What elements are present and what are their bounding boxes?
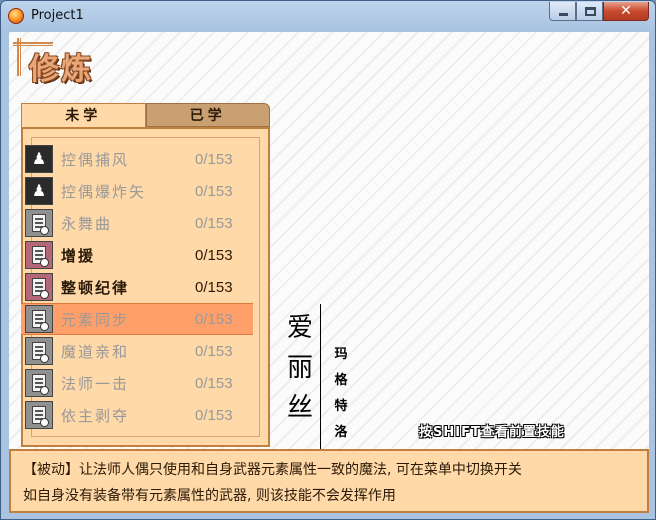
character-name-char: 爱 xyxy=(286,313,313,343)
scroll-icon xyxy=(25,241,53,269)
skill-name: 依主剥夺 xyxy=(61,406,130,425)
menu-title: 修炼 xyxy=(29,52,93,87)
scroll-icon xyxy=(25,305,53,333)
game-screen: 修炼 未学 已学 ♟ 控偶捕风 0/153 ♟ 控偶爆炸矢 0/153 永舞曲 0/153 增援… xyxy=(9,32,649,513)
scroll-glyph xyxy=(32,214,49,235)
puppet-icon: ♟ xyxy=(25,145,53,173)
tab-unlearned[interactable]: 未学 xyxy=(21,103,146,127)
skill-progress: 0/153 xyxy=(195,150,233,168)
character-surname-char: 洛 xyxy=(334,425,348,440)
puppet-glyph: ♟ xyxy=(31,181,47,200)
skill-name: 法师一击 xyxy=(61,374,130,393)
skill-row[interactable]: 增援 0/153 xyxy=(25,239,245,271)
skill-name: 整顿纪律 xyxy=(61,278,130,297)
skill-name: 控偶爆炸矢 xyxy=(61,182,147,201)
minimize-icon xyxy=(559,13,568,16)
description-line-1: 【被动】让法师人偶只使用和自身武器元素属性一致的魔法, 可在菜单中切换开关 xyxy=(23,462,522,478)
skill-progress: 0/153 xyxy=(195,214,233,232)
tab-learned[interactable]: 已学 xyxy=(145,103,270,127)
skill-progress: 0/153 xyxy=(195,310,233,328)
skill-name: 永舞曲 xyxy=(61,214,113,233)
skill-row[interactable]: 法师一击 0/153 xyxy=(25,367,245,399)
skill-row[interactable]: ♟ 控偶爆炸矢 0/153 xyxy=(25,175,245,207)
skill-name: 控偶捕风 xyxy=(61,150,130,169)
character-name: 爱 丽 丝 xyxy=(283,308,317,428)
skill-name: 魔道亲和 xyxy=(61,342,130,361)
skill-row[interactable]: 永舞曲 0/153 xyxy=(25,207,245,239)
character-name-char: 丽 xyxy=(286,353,313,383)
skill-progress: 0/153 xyxy=(195,406,233,424)
scroll-glyph xyxy=(32,278,49,299)
maximize-button[interactable] xyxy=(576,2,603,21)
window-title: Project1 xyxy=(31,8,84,23)
puppet-glyph: ♟ xyxy=(31,149,47,168)
title-bar[interactable]: Project1 ✕ xyxy=(1,1,655,33)
minimize-button[interactable] xyxy=(549,2,576,21)
description-box: 【被动】让法师人偶只使用和自身武器元素属性一致的魔法, 可在菜单中切换开关 如自… xyxy=(9,449,649,513)
close-button[interactable]: ✕ xyxy=(603,2,649,21)
scroll-icon xyxy=(25,209,53,237)
character-surname-char: 特 xyxy=(334,399,348,414)
skill-row[interactable]: 整顿纪律 0/153 xyxy=(25,271,245,303)
app-window: Project1 ✕ 修炼 未学 已学 ♟ 控偶捕风 0/153 ♟ 控偶爆炸矢 0/15… xyxy=(0,0,656,520)
scroll-icon xyxy=(25,401,53,429)
skill-row[interactable]: 依主剥夺 0/153 xyxy=(25,399,245,431)
scroll-icon xyxy=(25,337,53,365)
character-name-char: 丝 xyxy=(286,393,313,423)
scroll-glyph xyxy=(32,374,49,395)
skill-row[interactable]: ♟ 控偶捕风 0/153 xyxy=(25,143,245,175)
scroll-glyph xyxy=(32,310,49,331)
character-divider xyxy=(320,304,321,450)
skill-progress: 0/153 xyxy=(195,246,233,264)
scroll-glyph xyxy=(32,342,49,363)
skill-progress: 0/153 xyxy=(195,342,233,360)
character-surname-char: 格 xyxy=(334,373,348,388)
skill-name: 增援 xyxy=(61,246,96,265)
scroll-glyph xyxy=(32,406,49,427)
skill-progress: 0/153 xyxy=(195,374,233,392)
character-surname: 玛 格 特 洛 xyxy=(330,342,352,446)
skill-tabs: 未学 已学 xyxy=(21,103,270,127)
close-icon: ✕ xyxy=(620,3,632,19)
window-controls: ✕ xyxy=(549,2,649,22)
skill-name: 元素同步 xyxy=(61,310,130,329)
maximize-icon xyxy=(585,7,596,16)
puppet-icon: ♟ xyxy=(25,177,53,205)
skill-progress: 0/153 xyxy=(195,278,233,296)
app-icon xyxy=(8,8,24,24)
scroll-glyph xyxy=(32,246,49,267)
description-line-2: 如自身没有装备带有元素属性的武器, 则该技能不会发挥作用 xyxy=(23,488,396,504)
character-surname-char: 玛 xyxy=(334,347,348,362)
scroll-icon xyxy=(25,369,53,397)
skill-row[interactable]: 元素同步 0/153 xyxy=(21,303,253,335)
skill-progress: 0/153 xyxy=(195,182,233,200)
skill-row[interactable]: 魔道亲和 0/153 xyxy=(25,335,245,367)
shift-hint: 按SHIFT查看前置技能 xyxy=(419,425,565,440)
scroll-icon xyxy=(25,273,53,301)
